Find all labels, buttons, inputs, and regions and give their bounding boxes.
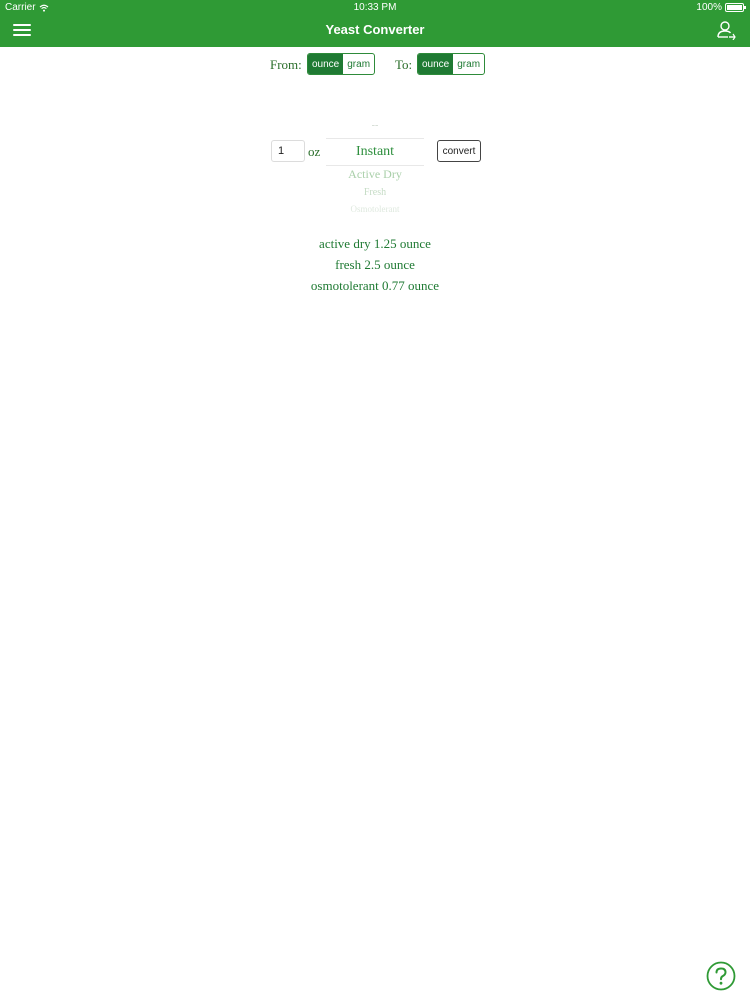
yeast-type-picker[interactable]: -- Instant Active Dry Fresh Osmotolerant — [326, 120, 424, 212]
status-battery: 100% — [696, 2, 746, 13]
profile-icon[interactable] — [716, 20, 736, 40]
to-option-ounce[interactable]: ounce — [418, 54, 454, 74]
picker-item-active-dry[interactable]: Active Dry — [326, 167, 424, 182]
picker-item-osmotolerant[interactable]: Osmotolerant — [326, 204, 424, 212]
quantity-input[interactable] — [271, 140, 305, 162]
unit-label: oz — [308, 144, 321, 159]
status-bar: Carrier 10:33 PM 100% — [0, 0, 750, 14]
result-fresh: fresh 2.5 ounce — [335, 257, 415, 272]
app-header: Carrier 10:33 PM 100% Yeast Converter — [0, 0, 750, 47]
picker-item-fresh[interactable]: Fresh — [326, 187, 424, 198]
result-active-dry: active dry 1.25 ounce — [319, 236, 431, 251]
converter-row: oz -- Instant Active Dry Fresh Osmotoler… — [0, 120, 750, 215]
help-icon[interactable] — [706, 961, 736, 991]
battery-percent: 100% — [696, 2, 722, 13]
result-osmotolerant: osmotolerant 0.77 ounce — [310, 278, 440, 293]
page-title: Yeast Converter — [325, 22, 425, 37]
from-label: From: — [270, 57, 302, 72]
from-option-gram[interactable]: gram — [343, 54, 374, 74]
picker-item-prev[interactable]: -- — [326, 120, 424, 131]
from-unit-segmented-control: ounce gram — [307, 53, 376, 75]
to-option-gram[interactable]: gram — [453, 54, 484, 74]
picker-item-selected[interactable]: Instant — [326, 138, 424, 166]
from-option-ounce[interactable]: ounce — [308, 54, 344, 74]
to-unit-segmented-control: ounce gram — [417, 53, 486, 75]
conversion-results: active dry 1.25 ounce fresh 2.5 ounce os… — [0, 236, 750, 299]
status-time: 10:33 PM — [353, 2, 397, 13]
battery-icon — [725, 3, 746, 12]
convert-button[interactable]: convert — [437, 140, 481, 162]
unit-selector-row: From: ounce gram To: ounce gram — [0, 53, 750, 75]
to-label: To: — [395, 57, 413, 72]
